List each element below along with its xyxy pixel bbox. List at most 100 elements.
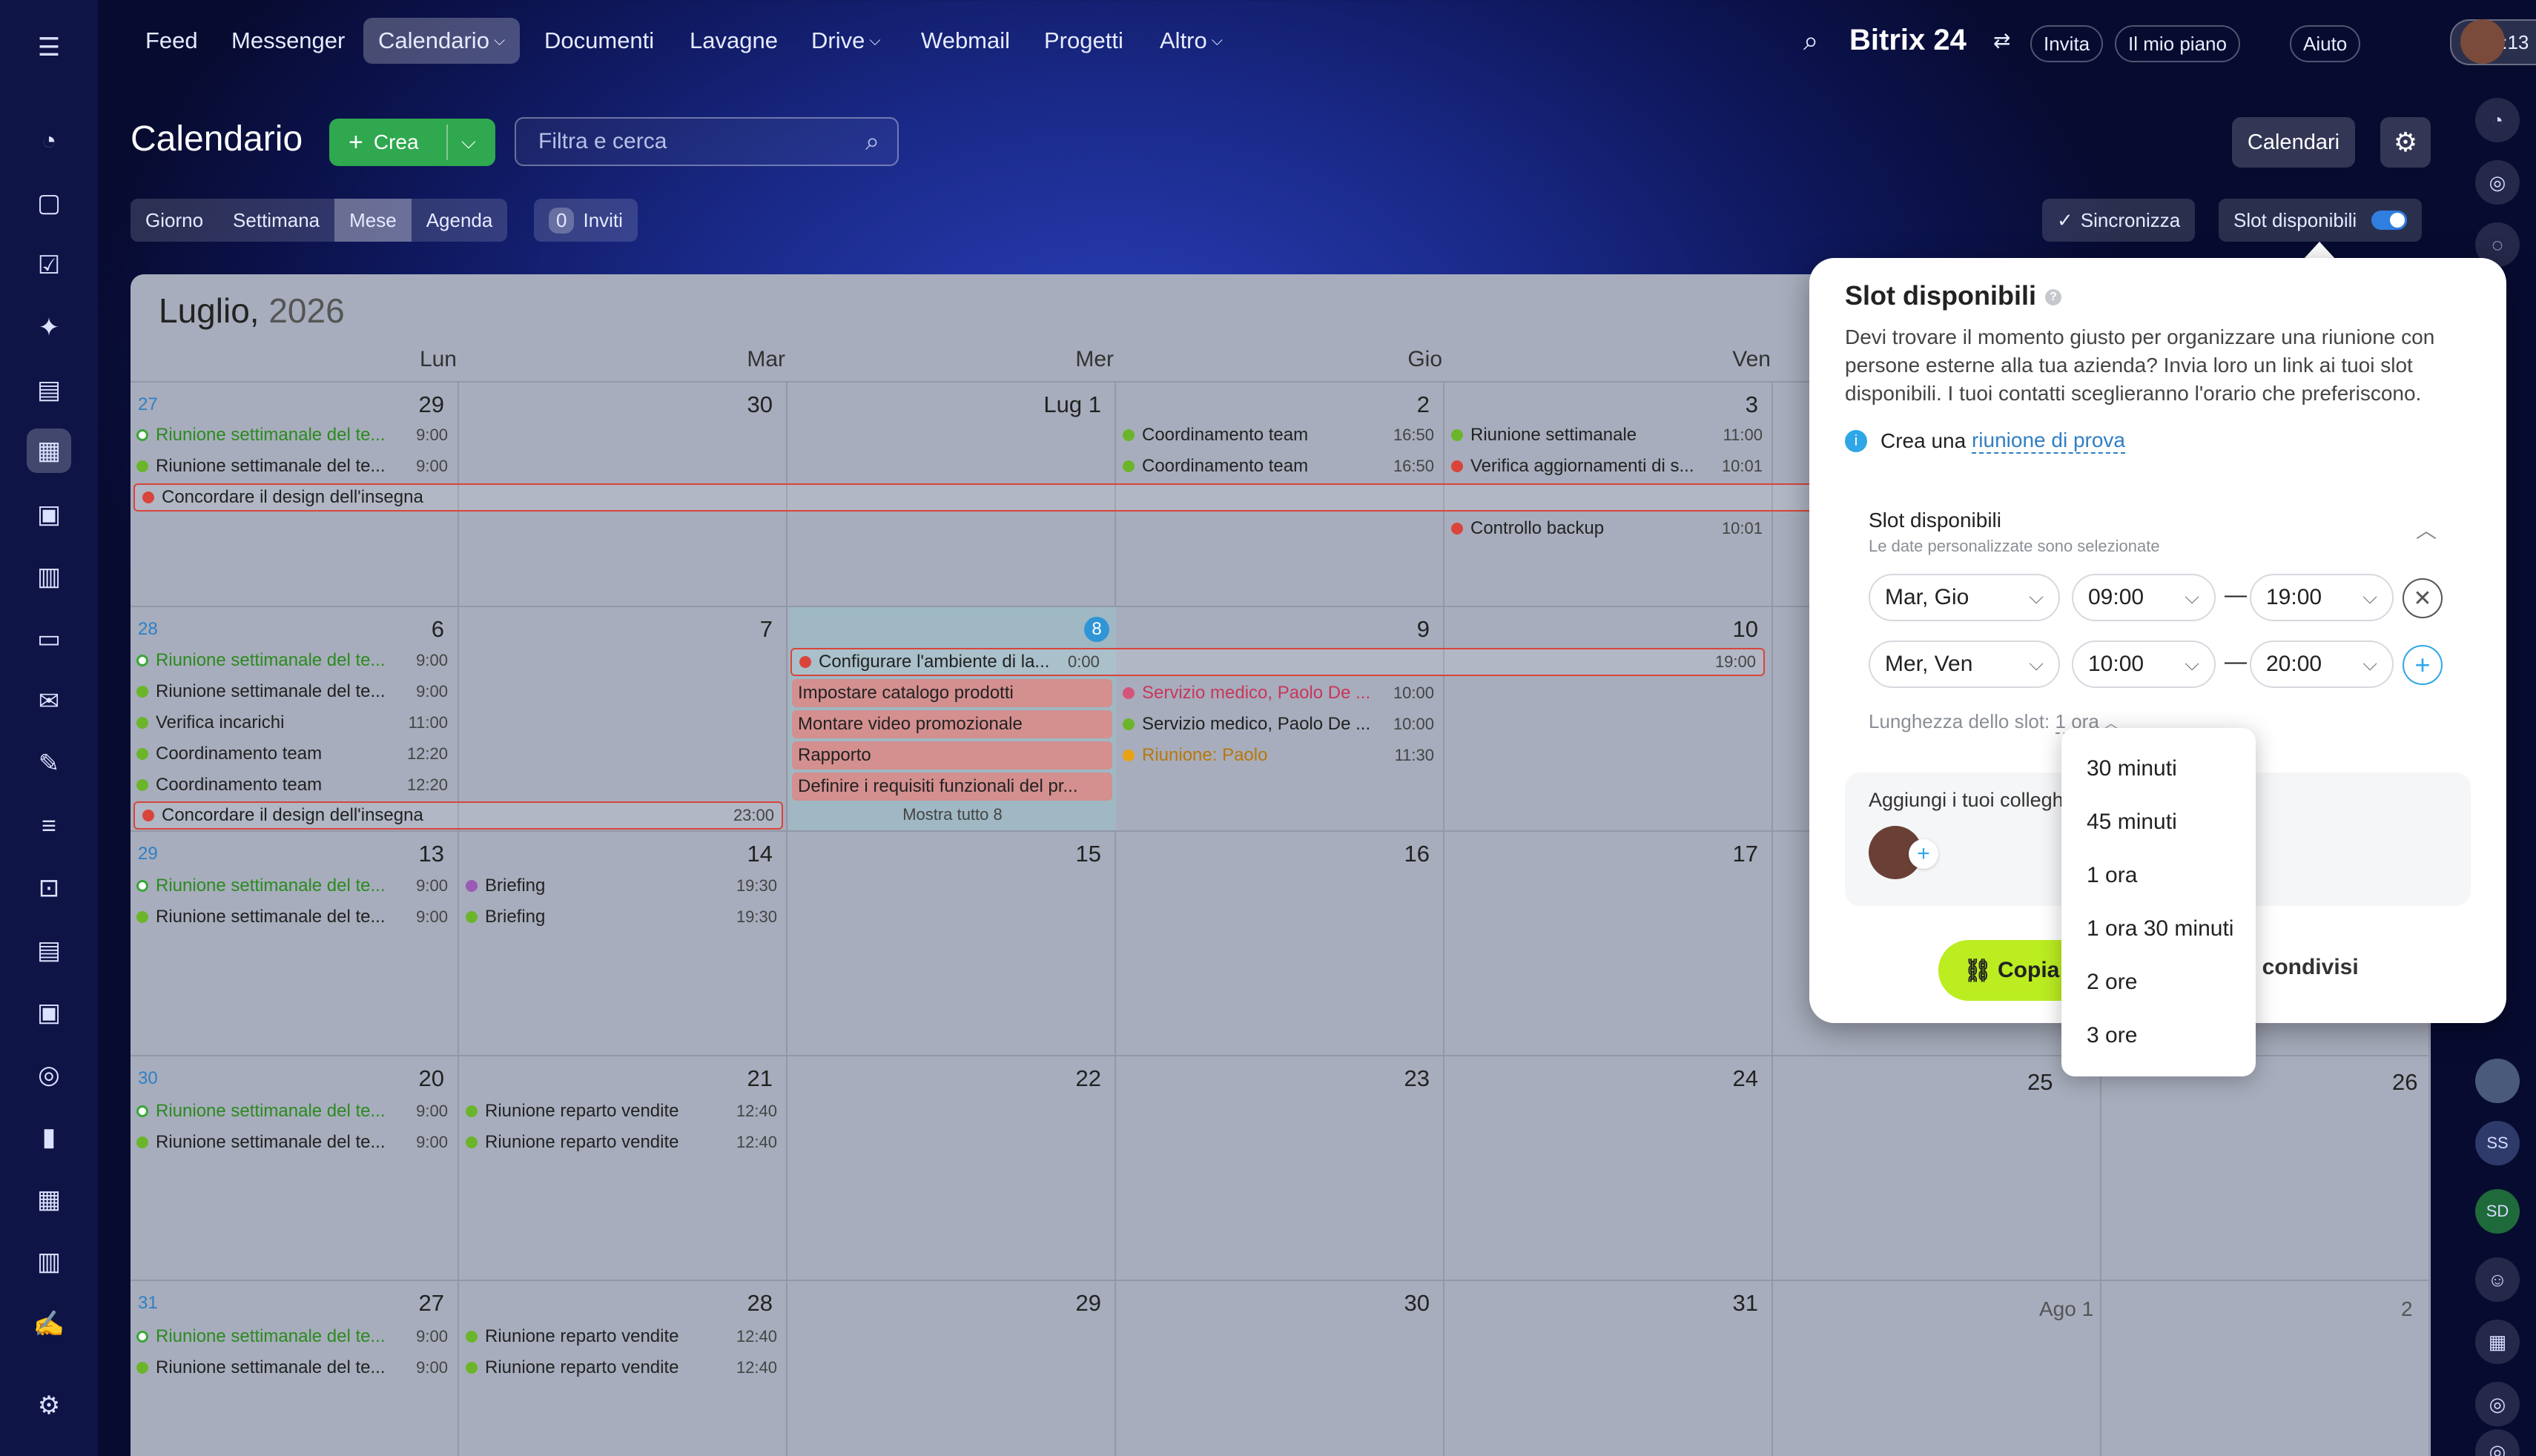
event-item[interactable]: Controllo backup 10:01	[1451, 514, 1763, 543]
help-button[interactable]: Aiuto	[2290, 25, 2361, 62]
days-select-2[interactable]: Mer, Ven ⌵	[1869, 641, 2060, 688]
search-icon[interactable]: ⌕	[1803, 25, 1818, 57]
event-item[interactable]: Riunione settimanale del te... 9:00	[136, 903, 448, 931]
day-cell[interactable]: 29	[787, 1281, 1116, 1456]
event-item[interactable]: Riunione settimanale del te... 9:00	[136, 678, 448, 706]
feed-icon[interactable]: ◔	[27, 119, 71, 163]
event-item[interactable]: Verifica aggiornamenti di s... 10:01	[1451, 452, 1763, 480]
day-cell[interactable]	[2101, 1056, 2430, 1281]
robot-icon[interactable]: ◎	[27, 1053, 71, 1097]
avatar[interactable]	[2475, 1059, 2520, 1103]
drive-icon[interactable]: ▭	[27, 617, 71, 661]
event-item[interactable]: Servizio medico, Paolo De ... 10:00	[1123, 710, 1434, 738]
calendar-icon[interactable]: ▦	[27, 428, 71, 473]
library-icon[interactable]: ▮	[27, 1115, 71, 1159]
contacts-icon[interactable]: ▣	[27, 990, 71, 1035]
chevron-up-icon[interactable]: ︿	[2416, 514, 2437, 544]
nav-documenti[interactable]: Documenti	[529, 18, 669, 64]
event-item[interactable]: Riunione settimanale del te... 9:00	[136, 872, 448, 900]
days-select-1[interactable]: Mar, Gio ⌵	[1869, 574, 2060, 621]
dropdown-option[interactable]: 2 ore	[2087, 970, 2137, 995]
docs-icon[interactable]: ▤	[27, 368, 71, 412]
chat-icon[interactable]: ▢	[27, 181, 71, 225]
event-item[interactable]: Coordinamento team 16:50	[1123, 452, 1434, 480]
invites-button[interactable]: 0 Inviti	[534, 199, 638, 242]
nav-messenger[interactable]: Messenger	[217, 18, 360, 64]
event-item[interactable]: Definire i requisiti funzionali del pr..…	[792, 772, 1112, 801]
search-input[interactable]: Filtra e cerca ⌕	[515, 117, 899, 166]
event-item[interactable]: Briefing 19:30	[466, 903, 777, 931]
event-item[interactable]: Riunione reparto vendite 12:40	[466, 1354, 777, 1382]
nav-drive[interactable]: Drive ⌵	[796, 18, 896, 64]
from-time-select-1[interactable]: 09:00 ⌵	[2072, 574, 2216, 621]
tab-mese[interactable]: Mese	[334, 199, 412, 242]
event-item[interactable]: Impostare catalogo prodotti	[792, 679, 1112, 707]
dropdown-option[interactable]: 3 ore	[2087, 1023, 2137, 1048]
invite-button[interactable]: Invita	[2030, 25, 2104, 62]
day-cell[interactable]: 21	[459, 1056, 787, 1281]
file-icon[interactable]: ▥	[27, 555, 71, 599]
dropdown-option[interactable]: 30 minuti	[2087, 756, 2177, 781]
sign-icon[interactable]: ✍	[27, 1302, 71, 1346]
day-cell[interactable]: 22	[787, 1056, 1116, 1281]
dropdown-option[interactable]: 45 minuti	[2087, 810, 2177, 835]
to-time-select-2[interactable]: 20:00 ⌵	[2250, 641, 2394, 688]
event-bar[interactable]: Concordare il design dell'insegna	[133, 483, 1940, 512]
dropdown-option[interactable]: 1 ora	[2087, 863, 2137, 888]
user-avatar[interactable]	[2460, 19, 2505, 64]
event-item[interactable]: Riunione settimanale 11:00	[1451, 421, 1763, 449]
nav-webmail[interactable]: Webmail	[906, 18, 1025, 64]
analytics-icon[interactable]: ▥	[27, 1240, 71, 1284]
slots-toggle[interactable]	[2371, 211, 2408, 230]
day-cell[interactable]: 16	[1116, 832, 1444, 1056]
event-item[interactable]: Coordinamento team 12:20	[136, 771, 448, 799]
day-cell[interactable]: 7	[459, 607, 787, 832]
day-cell[interactable]: 29 13	[131, 832, 459, 1056]
crm-icon[interactable]: ✦	[27, 305, 71, 350]
tab-giorno[interactable]: Giorno	[131, 199, 218, 242]
remove-icon[interactable]: ✕	[2403, 578, 2443, 618]
day-cell[interactable]: 14	[459, 832, 787, 1056]
nav-feed[interactable]: Feed	[131, 18, 213, 64]
event-bar[interactable]: Configurare l'ambiente di la... 0:00 19:00	[790, 648, 1765, 676]
event-item[interactable]: Riunione settimanale del te... 9:00	[136, 1354, 448, 1382]
board-icon[interactable]: ▣	[27, 492, 71, 537]
schedule-icon[interactable]: ▦	[27, 1177, 71, 1222]
settings-gear-icon[interactable]: ⚙	[2380, 117, 2431, 168]
add-icon[interactable]: +	[2403, 645, 2443, 685]
chevron-down-icon[interactable]: ⌵	[461, 130, 476, 154]
nav-progetti[interactable]: Progetti	[1029, 18, 1138, 64]
avatar-sd[interactable]: SD	[2475, 1189, 2520, 1234]
day-cell[interactable]: 17	[1444, 832, 1773, 1056]
calendar-icon[interactable]: ▦	[2475, 1320, 2520, 1364]
menu-icon[interactable]: ☰	[27, 25, 71, 70]
bell-icon[interactable]: ◔	[2475, 98, 2520, 142]
event-item[interactable]: Riunione settimanale del te... 9:00	[136, 1128, 448, 1156]
nav-altro[interactable]: Altro ⌵	[1145, 18, 1238, 64]
show-all-link[interactable]: Mostra tutto 8	[789, 805, 1116, 824]
event-item[interactable]: Coordinamento team 12:20	[136, 740, 448, 768]
edit-doc-icon[interactable]: ✎	[27, 741, 71, 786]
plan-button[interactable]: Il mio piano	[2115, 25, 2240, 62]
event-item[interactable]: Riunione: Paolo 11:30	[1123, 741, 1434, 770]
event-item[interactable]: Riunione settimanale del te... 9:00	[136, 452, 448, 480]
event-item[interactable]: Riunione reparto vendite 12:40	[466, 1128, 777, 1156]
filter-icon[interactable]: ≡	[27, 804, 71, 848]
switch-icon[interactable]: ⇄	[1993, 28, 2010, 53]
calendars-button[interactable]: Calendari	[2232, 117, 2355, 168]
cart-icon[interactable]: ⊡	[27, 866, 71, 910]
add-colleague-icon[interactable]: +	[1909, 839, 1938, 869]
from-time-select-2[interactable]: 10:00 ⌵	[2072, 641, 2216, 688]
create-button[interactable]: + Crea ⌵	[329, 119, 495, 166]
event-item[interactable]: Coordinamento team 16:50	[1123, 421, 1434, 449]
nav-calendario[interactable]: Calendario ⌵	[363, 18, 521, 64]
target-icon[interactable]: ◎	[2475, 160, 2520, 205]
event-item[interactable]: Briefing 19:30	[466, 872, 777, 900]
event-item[interactable]: Riunione settimanale del te... 9:00	[136, 1323, 448, 1351]
event-bar[interactable]: Concordare il design dell'insegna 23:00	[133, 801, 783, 830]
event-item[interactable]: Rapporto	[792, 741, 1112, 770]
day-cell[interactable]: 15	[787, 832, 1116, 1056]
event-item[interactable]: Montare video promozionale	[792, 710, 1112, 738]
event-item[interactable]: Riunione reparto vendite 12:40	[466, 1323, 777, 1351]
store-icon[interactable]: ▤	[27, 928, 71, 973]
